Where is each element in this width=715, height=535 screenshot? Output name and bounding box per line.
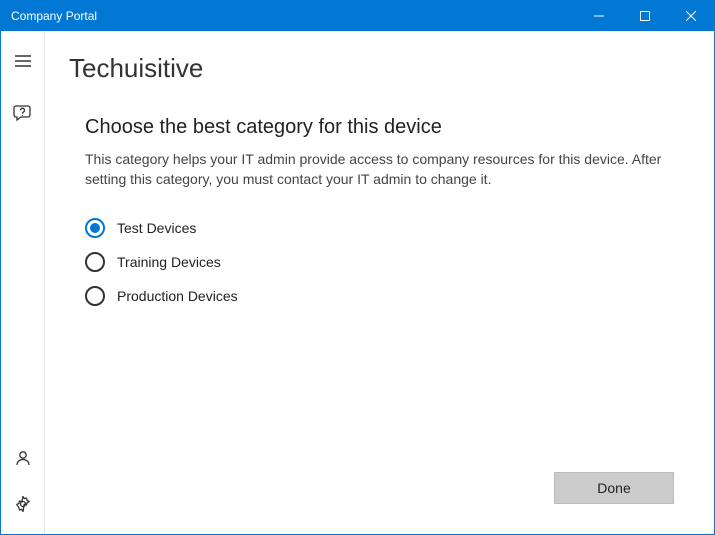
settings-button[interactable] [1,488,45,520]
person-icon [14,449,32,467]
main-content: Techuisitive Choose the best category fo… [45,31,714,534]
window-title: Company Portal [1,9,576,23]
radio-label: Test Devices [117,220,196,236]
category-section: Choose the best category for this device… [45,84,714,306]
footer: Done [554,472,674,504]
radio-option-production-devices[interactable]: Production Devices [85,286,674,306]
radio-dot-icon [90,223,100,233]
app-window: Company Portal [0,0,715,535]
sidebar [1,31,45,534]
chat-help-icon [13,103,33,123]
section-description: This category helps your IT admin provid… [85,149,665,190]
minimize-button[interactable] [576,1,622,31]
section-heading: Choose the best category for this device [85,116,674,139]
radio-label: Training Devices [117,254,221,270]
maximize-button[interactable] [622,1,668,31]
minimize-icon [594,11,604,21]
close-button[interactable] [668,1,714,31]
radio-circle-icon [85,218,105,238]
radio-option-training-devices[interactable]: Training Devices [85,252,674,272]
titlebar: Company Portal [1,1,714,31]
radio-option-test-devices[interactable]: Test Devices [85,218,674,238]
radio-label: Production Devices [117,288,238,304]
sidebar-top [1,31,44,129]
hamburger-button[interactable] [1,45,45,77]
close-icon [686,11,696,21]
profile-button[interactable] [1,442,45,474]
radio-circle-icon [85,286,105,306]
help-button[interactable] [1,97,45,129]
radio-circle-icon [85,252,105,272]
page-title: Techuisitive [45,31,714,84]
sidebar-bottom [1,442,44,534]
sidebar-spacer [1,129,44,442]
category-radio-group: Test Devices Training Devices Production… [85,218,674,306]
window-body: Techuisitive Choose the best category fo… [1,31,714,534]
done-button[interactable]: Done [554,472,674,504]
hamburger-icon [15,55,31,67]
maximize-icon [640,11,650,21]
gear-icon [14,495,32,513]
